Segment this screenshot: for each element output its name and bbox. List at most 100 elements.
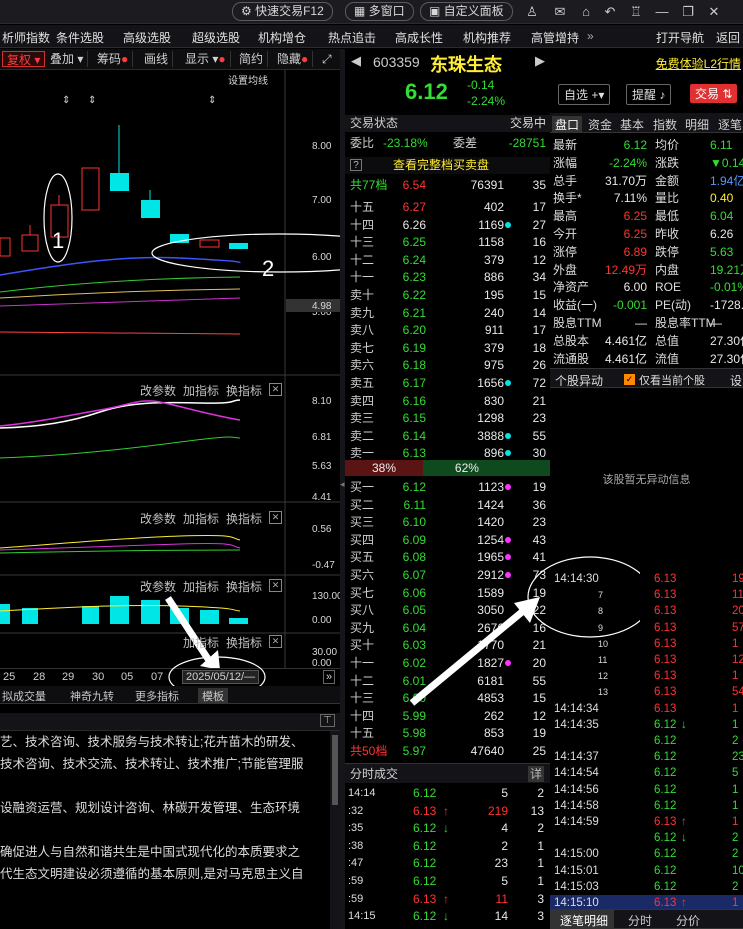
ob-level-row[interactable]: 买三 6.10 1420 23 <box>345 514 550 531</box>
full-depth-link[interactable]: 查看完整档买卖盘 <box>393 157 489 174</box>
alert-button[interactable]: 提醒 ♪ <box>626 84 672 105</box>
chips-button[interactable]: 筹码● <box>93 51 134 67</box>
set-ma-link[interactable]: 设置均线 <box>228 74 268 87</box>
kdj-close-icon[interactable]: ✕ <box>269 511 282 524</box>
nav-item-exec[interactable]: 高管增持 <box>531 29 579 46</box>
home-icon[interactable]: ⌂ <box>578 4 594 20</box>
ob-level-row[interactable]: 买四 6.09 1254 43 <box>345 532 550 549</box>
drag-handle-icon[interactable]: ◂ <box>340 479 345 490</box>
overlay-button[interactable]: 叠加 ▾ <box>46 51 89 67</box>
nav-item-inst-rec[interactable]: 机构推荐 <box>463 29 511 46</box>
close-icon[interactable]: ✕ <box>706 4 722 20</box>
trade-button[interactable]: 交易 ⇅ <box>690 84 738 103</box>
nav-item-inst-add[interactable]: 机构增仓 <box>258 29 306 46</box>
collapse-icon[interactable]: ⊤ <box>320 714 335 727</box>
minimize-icon[interactable]: — <box>654 4 670 20</box>
tab-volume[interactable]: 拟成交量 <box>2 688 46 704</box>
vol-close-icon[interactable]: ✕ <box>269 579 282 592</box>
kdj-add-button[interactable]: 加指标 <box>183 510 219 527</box>
shirt-icon[interactable]: ♖ <box>628 4 644 20</box>
ob-level-row[interactable]: 卖八 6.20 911 17 <box>345 322 550 339</box>
macd-switch-button[interactable]: 换指标 <box>226 382 262 399</box>
ob-level-row[interactable]: 十五 5.98 853 19 <box>345 725 550 742</box>
nav-item-growth[interactable]: 高成长性 <box>395 29 443 46</box>
display-button[interactable]: 显示 ▾● <box>181 51 231 67</box>
ob-level-row[interactable]: 十二 6.24 379 12 <box>345 252 550 269</box>
open-nav-button[interactable]: 打开导航 <box>656 29 704 46</box>
ob-level-row[interactable]: 卖三 6.15 1298 23 <box>345 410 550 427</box>
tab-tick[interactable]: 逐笔 <box>718 116 742 133</box>
kdj-params-button[interactable]: 改参数 <box>140 510 176 527</box>
draw-line-button[interactable]: 画线 <box>140 51 174 67</box>
ob-level-row[interactable]: 卖十 6.22 195 15 <box>345 287 550 304</box>
ob-level-row[interactable]: 卖五 6.17 1656 72 <box>345 375 550 392</box>
tab-more[interactable]: 更多指标 <box>135 688 179 704</box>
mail-icon[interactable]: ✉ <box>552 4 568 20</box>
scroll-thumb[interactable] <box>332 735 338 805</box>
back-icon[interactable]: ↶ <box>602 4 618 20</box>
adjust-button[interactable]: 复权 ▾ <box>2 51 46 67</box>
vol-switch-button[interactable]: 换指标 <box>226 578 262 595</box>
full-depth-row[interactable]: ? 查看完整档买卖盘 <box>345 157 550 174</box>
macd-close-icon[interactable]: ✕ <box>269 383 282 396</box>
nav-item-hotspot[interactable]: 热点追击 <box>328 29 376 46</box>
next-stock-icon[interactable]: ▶ <box>535 53 545 69</box>
back-button[interactable]: 返回 <box>716 29 740 46</box>
bottom-add-button[interactable]: 加指标 <box>183 634 219 651</box>
ob-level-row[interactable]: 卖七 6.19 379 18 <box>345 340 550 357</box>
tab-funds[interactable]: 资金 <box>588 116 612 133</box>
vol-params-button[interactable]: 改参数 <box>140 578 176 595</box>
tab-index[interactable]: 指数 <box>653 116 677 133</box>
tab-timeshare[interactable]: 分时 <box>628 912 652 929</box>
tab-template[interactable]: 模板 <box>198 688 228 704</box>
custom-panel-button[interactable]: ▣ 自定义面板 <box>420 2 513 21</box>
nav-item-super[interactable]: 超级选股 <box>192 29 240 46</box>
nav-item-condition[interactable]: 条件选股 <box>56 29 104 46</box>
ob-level-row[interactable]: 卖九 6.21 240 14 <box>345 305 550 322</box>
nav-item-advanced[interactable]: 高级选股 <box>123 29 171 46</box>
vol-add-button[interactable]: 加指标 <box>183 578 219 595</box>
ob-level-row[interactable]: 十五 6.27 402 17 <box>345 199 550 216</box>
tab-price[interactable]: 分价 <box>676 912 700 929</box>
fullscreen-icon[interactable]: ⤢ <box>318 51 336 67</box>
nav-item-analyst[interactable]: 析师指数 <box>2 29 50 46</box>
alert-checkbox-label[interactable]: 仅看当前个股 <box>639 372 705 388</box>
ob-level-row[interactable]: 十四 6.26 1169 27 <box>345 217 550 234</box>
user-icon[interactable]: ♙ <box>524 4 540 20</box>
level-volume: 1424 <box>477 497 504 512</box>
ob-level-row[interactable]: 十一 6.23 886 34 <box>345 269 550 286</box>
ob-level-row[interactable]: 卖四 6.16 830 21 <box>345 393 550 410</box>
nav-more[interactable]: » <box>587 29 594 43</box>
macd-params-button[interactable]: 改参数 <box>140 382 176 399</box>
watchlist-button[interactable]: 自选 +▾ <box>558 84 611 105</box>
ob-level-row[interactable]: 卖六 6.18 975 26 <box>345 357 550 374</box>
macd-add-button[interactable]: 加指标 <box>183 382 219 399</box>
quick-trade-button[interactable]: ⚙ 快速交易F12 <box>232 2 333 21</box>
tab-detail[interactable]: 明细 <box>685 116 709 133</box>
restore-icon[interactable]: ❐ <box>680 4 696 20</box>
ob-level-row[interactable]: 卖二 6.14 3888 55 <box>345 428 550 445</box>
ob-level-row[interactable]: 买一 6.12 1123 19 <box>345 479 550 496</box>
bottom-switch-button[interactable]: 换指标 <box>226 634 262 651</box>
quote-row: 总股本 4.461亿总值 27.30亿 <box>550 333 743 350</box>
hide-button[interactable]: 隐藏● <box>273 51 314 67</box>
scroll-right-icon[interactable]: » <box>323 670 336 684</box>
time-sales-detail-button[interactable]: 详 <box>527 766 544 782</box>
info-line <box>0 819 330 841</box>
multi-window-button[interactable]: ▦ 多窗口 <box>345 2 414 21</box>
tab-basic[interactable]: 基本 <box>620 116 644 133</box>
ob-level-row[interactable]: 十三 6.25 1158 16 <box>345 234 550 251</box>
prev-stock-icon[interactable]: ◀ <box>351 53 361 69</box>
tab-nine[interactable]: 神奇九转 <box>70 688 114 704</box>
kdj-switch-button[interactable]: 换指标 <box>226 510 262 527</box>
tab-quote[interactable]: 盘口 <box>552 116 583 133</box>
alert-settings[interactable]: 设 <box>730 372 742 389</box>
checkbox-icon[interactable]: ✓ <box>624 374 635 385</box>
l2-link[interactable]: 免费体验L2行情 <box>656 55 741 72</box>
tab-tick-detail[interactable]: 逐笔明细 <box>560 912 608 929</box>
simple-button[interactable]: 简约 <box>235 51 269 67</box>
ob-level-row[interactable]: 买二 6.11 1424 36 <box>345 497 550 514</box>
bottom-close-icon[interactable]: ✕ <box>269 635 282 648</box>
info-scrollbar[interactable] <box>330 731 340 929</box>
help-icon[interactable]: ? <box>350 159 362 171</box>
